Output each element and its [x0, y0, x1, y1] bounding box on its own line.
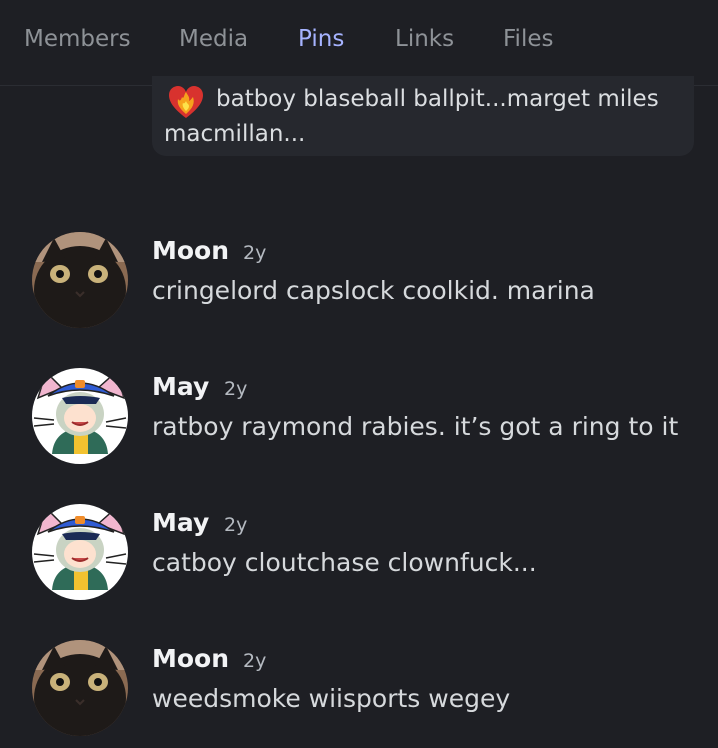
anime-catboy-avatar-image [32, 368, 128, 464]
pinned-message[interactable]: Moon 2y weedsmoke wiisports wegey [0, 638, 718, 748]
message-content: catboy cloutchase clownfuck... [152, 548, 537, 577]
tab-media[interactable]: Media [179, 26, 248, 52]
anime-catboy-avatar[interactable] [32, 368, 128, 464]
message-timestamp: 2y [243, 650, 267, 672]
black-cat-avatar[interactable] [32, 232, 128, 328]
anime-catboy-avatar[interactable] [32, 504, 128, 600]
tab-pins[interactable]: Pins [298, 26, 344, 52]
preview-text: batboy blaseball ballpit...marget miles … [164, 86, 659, 147]
message-author[interactable]: Moon [152, 644, 229, 673]
tab-bar: Members Media Pins Links Files [0, 0, 718, 86]
message-author[interactable]: Moon [152, 236, 229, 265]
tab-files[interactable]: Files [503, 26, 553, 52]
pinned-message[interactable]: May 2y ratboy raymond rabies. it’s got a… [0, 366, 718, 476]
tab-members[interactable]: Members [24, 26, 131, 52]
message-content: weedsmoke wiisports wegey [152, 684, 511, 713]
pinned-message[interactable]: Moon 2y cringelord capslock coolkid. mar… [0, 230, 718, 340]
message-timestamp: 2y [243, 242, 267, 264]
anime-catboy-avatar-image [32, 504, 128, 600]
message-content: cringelord capslock coolkid. marina [152, 276, 595, 305]
black-cat-avatar-image [32, 640, 128, 736]
message-author[interactable]: May [152, 372, 209, 401]
black-cat-avatar[interactable] [32, 640, 128, 736]
message-content: ratboy raymond rabies. it’s got a ring t… [152, 412, 679, 441]
message-timestamp: 2y [224, 378, 248, 400]
tab-links[interactable]: Links [395, 26, 454, 52]
message-timestamp: 2y [224, 514, 248, 536]
pinned-message[interactable]: May 2y catboy cloutchase clownfuck... [0, 502, 718, 612]
black-cat-avatar-image [32, 232, 128, 328]
pinned-message-preview[interactable]: batboy blaseball ballpit...marget miles … [152, 76, 694, 156]
message-author[interactable]: May [152, 508, 209, 537]
